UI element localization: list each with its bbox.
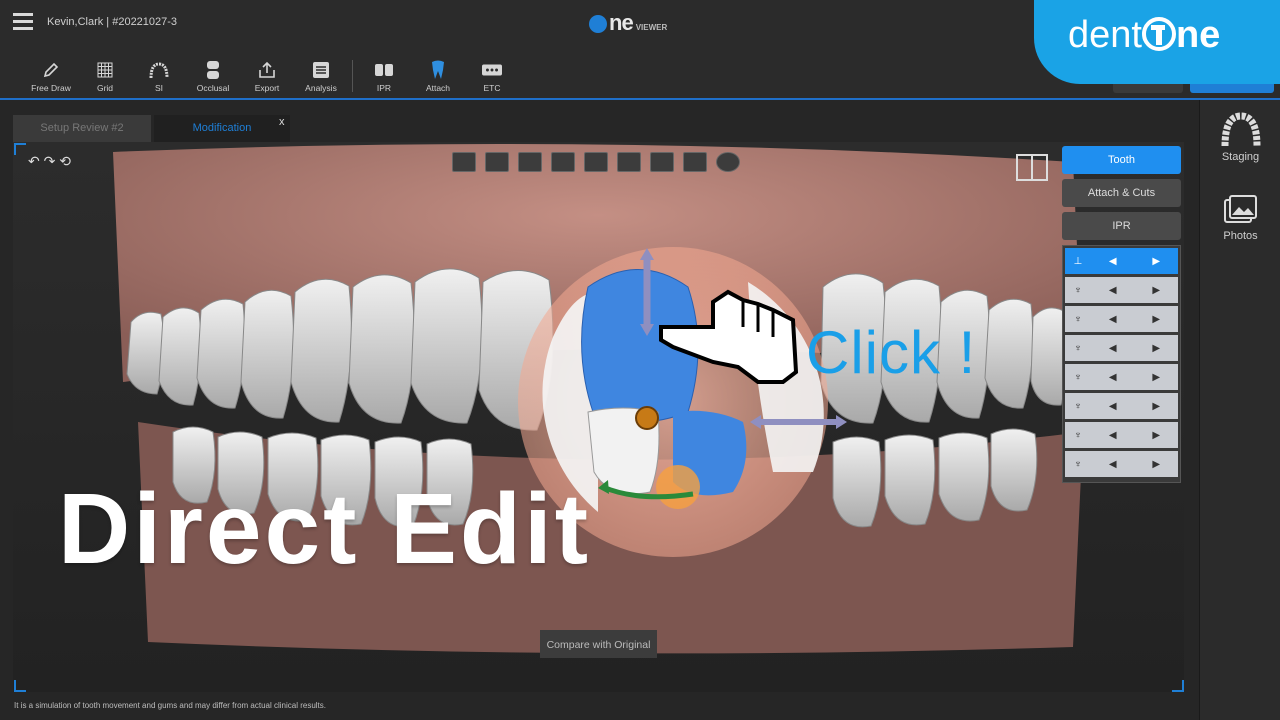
more-icon xyxy=(482,60,502,80)
tool-occlusal[interactable]: Occlusal xyxy=(186,60,240,100)
tool-grid[interactable]: Grid xyxy=(78,60,132,100)
tool-ipr[interactable]: IPR xyxy=(357,60,411,100)
tool-si[interactable]: SI xyxy=(132,60,186,100)
viewport-corner xyxy=(1172,680,1184,692)
history-controls: ↶ ↷ ⟲ xyxy=(28,153,71,170)
intrusion-icon: ♆ xyxy=(1074,400,1082,412)
toolbar-divider xyxy=(352,60,353,92)
view-upper-arch-icon[interactable] xyxy=(584,152,608,172)
increase-arrow-icon[interactable]: ▶ xyxy=(1135,256,1179,267)
grid-icon xyxy=(95,60,115,80)
brand-logo: dent ne xyxy=(1068,14,1221,56)
translation-icon: ♆ xyxy=(1074,313,1082,325)
undo-icon[interactable]: ↶ xyxy=(28,153,40,169)
view-strip xyxy=(452,152,749,172)
tool-attach[interactable]: Attach xyxy=(411,60,465,100)
patient-info: Kevin,Clark | #20221027-3 xyxy=(47,16,178,28)
ipr-mode-button[interactable]: IPR xyxy=(1062,212,1181,240)
split-view-icon[interactable] xyxy=(1016,154,1048,181)
tooth-mode-button[interactable]: Tooth xyxy=(1062,146,1181,174)
decrease-arrow-icon[interactable]: ◀ xyxy=(1091,372,1135,383)
staging-item[interactable]: Staging xyxy=(1200,112,1280,163)
redo-icon[interactable]: ↷ xyxy=(44,153,56,169)
photos-item[interactable]: Photos xyxy=(1200,195,1280,242)
view-lower-arch-icon[interactable] xyxy=(617,152,641,172)
disclaimer-text: It is a simulation of tooth movement and… xyxy=(14,701,326,710)
occlusal-icon xyxy=(203,60,223,80)
viewport-corner xyxy=(14,680,26,692)
control-row: ♆ ◀ ▶ xyxy=(1065,335,1178,361)
tab-modification[interactable]: Modification xyxy=(154,115,290,142)
increase-arrow-icon[interactable]: ▶ xyxy=(1135,430,1179,441)
app-logo: ne VIEWER xyxy=(589,10,667,36)
view-open-icon[interactable] xyxy=(650,152,674,172)
decrease-arrow-icon[interactable]: ◀ xyxy=(1091,459,1135,470)
control-row: ♆ ◀ ▶ xyxy=(1065,306,1178,332)
control-row: ♆ ◀ ▶ xyxy=(1065,422,1178,448)
decrease-arrow-icon[interactable]: ◀ xyxy=(1091,343,1135,354)
tip-icon: ♆ xyxy=(1074,284,1082,296)
brand-mark-icon xyxy=(1141,17,1176,51)
tool-export[interactable]: Export xyxy=(240,60,294,100)
increase-arrow-icon[interactable]: ▶ xyxy=(1135,401,1179,412)
decrease-arrow-icon[interactable]: ◀ xyxy=(1091,401,1135,412)
torque-icon: ♆ xyxy=(1074,371,1082,383)
ipr-icon xyxy=(374,60,394,80)
increase-arrow-icon[interactable]: ▶ xyxy=(1135,314,1179,325)
rotate-icon[interactable] xyxy=(716,152,740,172)
control-row: ♆ ◀ ▶ xyxy=(1065,364,1178,390)
decrease-arrow-icon[interactable]: ◀ xyxy=(1091,430,1135,441)
tool-free-draw[interactable]: Free Draw xyxy=(24,60,78,100)
tool-etc[interactable]: ETC xyxy=(465,60,519,100)
logo-mark-icon xyxy=(589,15,607,33)
decrease-arrow-icon[interactable]: ◀ xyxy=(1091,314,1135,325)
tooth-movement-controls: ⊥ ◀ ▶ ♆ ◀ ▶ ♆ ◀ ▶ ♆ ◀ ▶ ♆ ◀ ▶ ♆ ◀ ▶ ♆ ◀ ▶ ♆ ◀ ▶ xyxy=(1062,245,1181,483)
rotation-icon: ♆ xyxy=(1074,342,1082,354)
mode-buttons: Tooth Attach & Cuts IPR xyxy=(1062,146,1181,245)
view-front-icon[interactable] xyxy=(452,152,476,172)
menu-icon[interactable] xyxy=(13,13,33,31)
brand-badge: dent ne xyxy=(1034,0,1280,84)
decrease-arrow-icon[interactable]: ◀ xyxy=(1091,256,1135,267)
direct-edit-title: Direct Edit xyxy=(58,473,592,585)
view-lower-icon[interactable] xyxy=(518,152,542,172)
pencil-icon xyxy=(41,60,61,80)
3d-viewport[interactable] xyxy=(13,142,1184,692)
view-closed-icon[interactable] xyxy=(683,152,707,172)
increase-arrow-icon[interactable]: ▶ xyxy=(1135,459,1179,470)
tool-analysis[interactable]: Analysis xyxy=(294,60,348,100)
increase-arrow-icon[interactable]: ▶ xyxy=(1135,372,1179,383)
reset-icon[interactable]: ⟲ xyxy=(59,153,71,169)
click-caption: Click ! xyxy=(806,319,977,386)
tab-setup-review[interactable]: Setup Review #2 xyxy=(13,115,151,142)
export-icon xyxy=(257,60,277,80)
compare-with-original-button[interactable]: Compare with Original xyxy=(540,630,657,658)
photos-icon xyxy=(1223,195,1257,223)
attach-cuts-mode-button[interactable]: Attach & Cuts xyxy=(1062,179,1181,207)
control-row: ♆ ◀ ▶ xyxy=(1065,393,1178,419)
control-row: ⊥ ◀ ▶ xyxy=(1065,248,1178,274)
analysis-icon xyxy=(311,60,331,80)
control-row: ♆ ◀ ▶ xyxy=(1065,277,1178,303)
attach-icon xyxy=(428,60,448,80)
control-row: ♆ ◀ ▶ xyxy=(1065,451,1178,477)
toolbar: Free Draw Grid SI Occlusal Export Analys… xyxy=(24,60,519,100)
view-upper-icon[interactable] xyxy=(485,152,509,172)
increase-arrow-icon[interactable]: ▶ xyxy=(1135,343,1179,354)
increase-arrow-icon[interactable]: ▶ xyxy=(1135,285,1179,296)
viewport-corner xyxy=(14,143,26,155)
extrusion-icon: ⊥ xyxy=(1073,255,1083,267)
dental-model-render[interactable] xyxy=(13,142,1184,692)
decrease-arrow-icon[interactable]: ◀ xyxy=(1091,285,1135,296)
right-panel: Staging Photos xyxy=(1199,100,1280,720)
view-left-icon[interactable] xyxy=(551,152,575,172)
inclination-icon: ♆ xyxy=(1074,458,1082,470)
staging-icon xyxy=(1221,112,1260,147)
arch-icon xyxy=(149,60,169,80)
tab-close-icon[interactable]: x xyxy=(279,116,285,128)
angulation-icon: ♆ xyxy=(1074,429,1082,441)
